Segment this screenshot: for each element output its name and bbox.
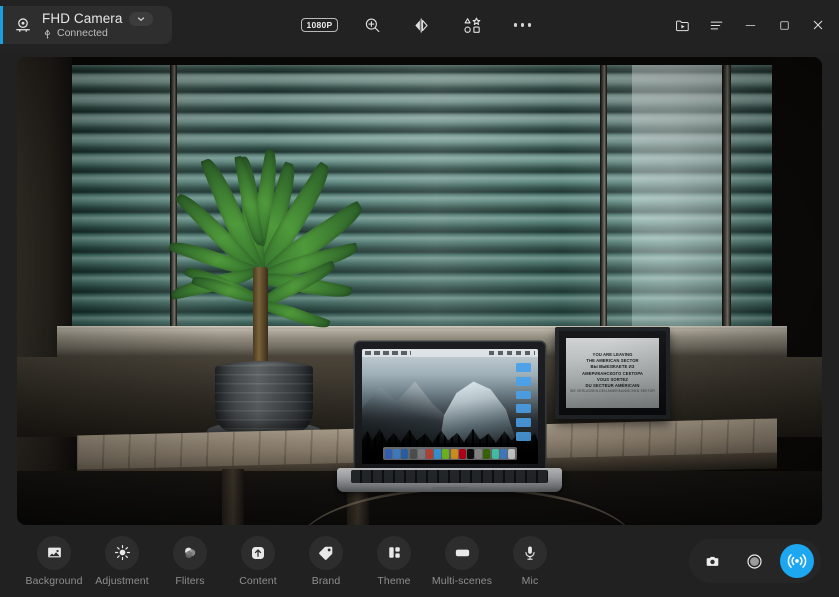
os-menubar: [362, 349, 538, 357]
feature-label: Theme: [377, 574, 411, 587]
camera-icon: [16, 18, 30, 32]
picture-mat: YOU ARE LEAVING THE AMERICAN SECTOR ВЫ В…: [566, 338, 659, 408]
usb-icon: [44, 29, 50, 39]
table-leg: [222, 469, 244, 525]
pot-texture: [215, 365, 313, 431]
device-accent-bar: [0, 6, 3, 44]
bright-window-pane: [632, 57, 728, 330]
snapshot-button[interactable]: [696, 545, 728, 577]
shapes-icon: [464, 17, 481, 33]
feature-label: Mic: [521, 574, 539, 587]
camera-app-window: FHD Camera Connected 1080P YOU ARE LEAVI…: [0, 0, 839, 597]
feature-label: Multi-scenes: [431, 574, 493, 587]
filters-button[interactable]: Fliters: [156, 535, 224, 587]
record-circle-icon: [746, 553, 762, 569]
mirror-flip-button[interactable]: [408, 10, 438, 40]
bottom-toolbar: Background Adjustment Fliters Content Br…: [0, 525, 839, 597]
plant-pot: [215, 365, 313, 431]
background-button[interactable]: Background: [20, 535, 88, 587]
zoom-in-icon: [365, 18, 380, 32]
window-mullion: [600, 57, 607, 330]
laptop-screen: [362, 349, 538, 464]
laptop: [337, 342, 562, 502]
window-mullion: [722, 57, 731, 330]
feature-label: Background: [25, 574, 83, 587]
close-button[interactable]: [801, 8, 835, 42]
device-name: FHD Camera: [42, 11, 123, 26]
image-icon: [37, 535, 71, 570]
laptop-lid: [355, 342, 545, 470]
framed-picture: YOU ARE LEAVING THE AMERICAN SECTOR ВЫ В…: [555, 327, 670, 419]
plant-stem: [253, 267, 268, 375]
desktop-icons: [516, 363, 534, 441]
device-selector[interactable]: FHD Camera Connected: [0, 6, 172, 44]
shapes-button[interactable]: [458, 10, 488, 40]
brand-button[interactable]: Brand: [292, 535, 360, 587]
feature-label: Content: [239, 574, 277, 587]
laptop-trackpad-notch: [432, 487, 468, 490]
multi-scenes-button[interactable]: Multi-scenes: [428, 535, 496, 587]
chevron-down-icon[interactable]: [128, 11, 153, 26]
window-frame-top: [72, 57, 772, 65]
folder-play-icon: [675, 20, 689, 31]
maximize-button[interactable]: [767, 8, 801, 42]
mic-button[interactable]: Mic: [496, 535, 564, 587]
broadcast-icon: [787, 554, 807, 568]
hamburger-menu-icon: [710, 21, 722, 29]
camera-shutter-icon: [706, 556, 718, 566]
minimize-button[interactable]: [733, 8, 767, 42]
resolution-badge[interactable]: 1080P: [301, 17, 338, 33]
content-button[interactable]: Content: [224, 535, 292, 587]
feature-label: Brand: [311, 574, 341, 587]
live-stream-button[interactable]: [780, 544, 814, 578]
tag-icon: [309, 535, 343, 570]
preview-area: YOU ARE LEAVING THE AMERICAN SECTOR ВЫ В…: [0, 50, 839, 525]
feature-buttons: Background Adjustment Fliters Content Br…: [0, 535, 564, 587]
laptop-keyboard: [351, 470, 548, 483]
device-connection-status: Connected: [57, 27, 108, 39]
upload-icon: [241, 535, 275, 570]
window-controls: [665, 0, 839, 50]
main-menu-button[interactable]: [699, 8, 733, 42]
mirror-flip-icon: [415, 17, 428, 33]
title-bar: FHD Camera Connected 1080P: [0, 0, 839, 50]
media-folder-button[interactable]: [665, 8, 699, 42]
maximize-icon: [779, 20, 789, 30]
microphone-icon: [513, 535, 547, 570]
more-options-button[interactable]: [508, 10, 538, 40]
preview-scene: YOU ARE LEAVING THE AMERICAN SECTOR ВЫ В…: [17, 57, 822, 525]
feature-label: Fliters: [175, 574, 205, 587]
zoom-in-button[interactable]: [358, 10, 388, 40]
os-dock: [383, 447, 517, 460]
device-info: FHD Camera Connected: [42, 11, 153, 39]
close-icon: [813, 20, 823, 30]
feature-label: Adjustment: [95, 574, 149, 587]
adjustment-button[interactable]: Adjustment: [88, 535, 156, 587]
camera-preview[interactable]: YOU ARE LEAVING THE AMERICAN SECTOR ВЫ В…: [17, 57, 822, 525]
theme-button[interactable]: Theme: [360, 535, 428, 587]
filters-icon: [173, 535, 207, 570]
scenes-icon: [445, 535, 479, 570]
layout-icon: [377, 535, 411, 570]
more-horizontal-icon: [513, 23, 532, 27]
checkpoint-sign-text: YOU ARE LEAVING THE AMERICAN SECTOR ВЫ В…: [570, 352, 655, 393]
minimize-icon: [745, 24, 755, 26]
capture-controls: [689, 539, 821, 583]
brightness-icon: [105, 535, 139, 570]
record-button[interactable]: [738, 545, 770, 577]
